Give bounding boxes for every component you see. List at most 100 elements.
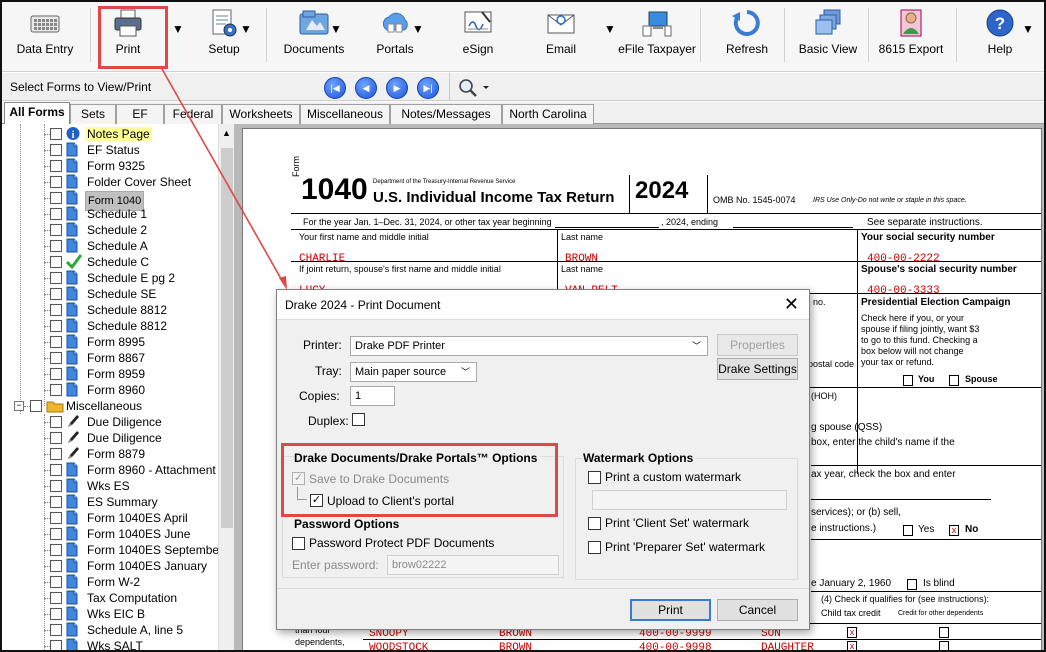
tree-scroll-thumb[interactable]: [221, 148, 233, 528]
tree-item-checkbox[interactable]: [50, 560, 62, 572]
tree-item-checkbox[interactable]: [30, 400, 42, 412]
tree-item-checkbox[interactable]: [50, 176, 62, 188]
tree-item-checkbox[interactable]: [50, 304, 62, 316]
copies-input[interactable]: 1: [350, 386, 395, 406]
tree-item[interactable]: Form 8995: [0, 334, 220, 350]
tree-folder[interactable]: − Miscellaneous: [0, 398, 220, 414]
tree-item[interactable]: Wks SALT: [0, 638, 220, 652]
tree-item-checkbox[interactable]: [50, 240, 62, 252]
tree-item-checkbox[interactable]: [50, 320, 62, 332]
tree-item-checkbox[interactable]: [50, 128, 62, 140]
tree-item-checkbox[interactable]: [50, 592, 62, 604]
tree-item[interactable]: Schedule E pg 2: [0, 270, 220, 286]
tree-item[interactable]: Schedule 8812: [0, 318, 220, 334]
toolbar-refresh-button[interactable]: Refresh: [722, 8, 772, 68]
tree-item-checkbox[interactable]: [50, 624, 62, 636]
tab-north-carolina[interactable]: North Carolina: [502, 104, 594, 124]
print-button[interactable]: Print: [630, 599, 711, 621]
tree-item-checkbox[interactable]: [50, 384, 62, 396]
tree-item[interactable]: Due Diligence: [0, 414, 220, 430]
tree-item-checkbox[interactable]: [50, 640, 62, 652]
tree-item-checkbox[interactable]: [50, 512, 62, 524]
tree-item-checkbox[interactable]: [50, 416, 62, 428]
toolbar-esign-button[interactable]: eSign: [456, 8, 500, 68]
tree-item[interactable]: i Notes Page: [0, 126, 220, 142]
previous-page-icon[interactable]: ◀: [355, 77, 377, 99]
tree-item-checkbox[interactable]: [50, 224, 62, 236]
tree-item[interactable]: Schedule A, line 5: [0, 622, 220, 638]
collapse-icon[interactable]: −: [14, 401, 24, 411]
tree-item-checkbox[interactable]: [50, 192, 62, 204]
tree-item[interactable]: Form 1040: [0, 190, 220, 211]
tree-item[interactable]: Schedule 8812: [0, 302, 220, 318]
tree-item[interactable]: Form 9325: [0, 158, 220, 174]
tree-item[interactable]: Due Diligence: [0, 430, 220, 446]
tree-item[interactable]: Form 8959: [0, 366, 220, 382]
toolbar-data-entry-button[interactable]: Data Entry: [14, 8, 76, 68]
tree-item[interactable]: Schedule 1: [0, 206, 220, 222]
properties-button[interactable]: Properties: [717, 334, 798, 356]
tree-item-checkbox[interactable]: [50, 256, 62, 268]
tree-item-checkbox[interactable]: [50, 480, 62, 492]
tree-item[interactable]: Tax Computation: [0, 590, 220, 606]
drake-settings-button[interactable]: Drake Settings: [717, 358, 798, 380]
tab-worksheets[interactable]: Worksheets: [222, 104, 300, 124]
tree-scrollbar[interactable]: ▲: [218, 124, 234, 652]
client-set-checkbox[interactable]: [588, 517, 601, 530]
tree-item[interactable]: Form W-2: [0, 574, 220, 590]
tree-item-checkbox[interactable]: [50, 496, 62, 508]
first-page-icon[interactable]: |◀: [324, 77, 346, 99]
tree-item[interactable]: Schedule 2: [0, 222, 220, 238]
toolbar-efile-taxpayer-button[interactable]: eFile Taxpayer: [618, 8, 696, 68]
tab-sets[interactable]: Sets: [70, 104, 116, 124]
tree-item-checkbox[interactable]: [50, 288, 62, 300]
tree-item-checkbox[interactable]: [50, 144, 62, 156]
close-icon[interactable]: ✕: [784, 294, 799, 315]
tab-federal[interactable]: Federal: [164, 104, 222, 124]
cancel-button[interactable]: Cancel: [717, 599, 798, 621]
tree-item[interactable]: Schedule C: [0, 254, 220, 270]
printer-select[interactable]: Drake PDF Printer ﹀: [350, 336, 708, 356]
tree-item-checkbox[interactable]: [50, 368, 62, 380]
tree-item[interactable]: Schedule SE: [0, 286, 220, 302]
tree-item-checkbox[interactable]: [50, 352, 62, 364]
tree-item[interactable]: Form 8879: [0, 446, 220, 462]
next-page-icon[interactable]: ▶: [386, 77, 408, 99]
tree-item-checkbox[interactable]: [50, 336, 62, 348]
tree-item[interactable]: Form 1040ES April: [0, 510, 220, 526]
tree-item-checkbox[interactable]: [50, 272, 62, 284]
tree-item-checkbox[interactable]: [50, 528, 62, 540]
tree-item[interactable]: EF Status: [0, 142, 220, 158]
tree-item[interactable]: ES Summary: [0, 494, 220, 510]
tree-item-checkbox[interactable]: [50, 432, 62, 444]
last-page-icon[interactable]: ▶|: [417, 77, 439, 99]
tree-item[interactable]: Wks EIC B: [0, 606, 220, 622]
password-input[interactable]: brow02222: [387, 555, 559, 575]
custom-watermark-checkbox[interactable]: [588, 471, 601, 484]
tree-item-checkbox[interactable]: [50, 464, 62, 476]
duplex-checkbox[interactable]: [352, 413, 365, 426]
custom-watermark-input[interactable]: [592, 490, 787, 510]
tree-item[interactable]: Form 1040ES September: [0, 542, 223, 558]
tree-item[interactable]: Form 1040ES June: [0, 526, 220, 542]
toolbar-8615-export-button[interactable]: 8615 Export: [878, 8, 944, 68]
tree-item-checkbox[interactable]: [50, 160, 62, 172]
toolbar-email-button[interactable]: Email: [540, 8, 582, 68]
toolbar-help-button[interactable]: ? Help: [978, 8, 1022, 68]
tree-item-checkbox[interactable]: [50, 448, 62, 460]
tab-all-forms[interactable]: All Forms: [4, 102, 70, 124]
tab-ef[interactable]: EF: [116, 104, 164, 124]
tree-item-checkbox[interactable]: [50, 544, 62, 556]
tree-item-checkbox[interactable]: [50, 208, 62, 220]
preparer-set-checkbox[interactable]: [588, 541, 601, 554]
zoom-icon[interactable]: [456, 77, 496, 99]
tree-item[interactable]: Schedule A: [0, 238, 220, 254]
tree-item[interactable]: Form 8960: [0, 382, 220, 398]
tab-miscellaneous[interactable]: Miscellaneous: [300, 104, 390, 124]
tree-item[interactable]: Form 8960 - Attachment: [0, 462, 220, 478]
password-protect-checkbox[interactable]: [292, 537, 305, 550]
tray-select[interactable]: Main paper source ﹀: [350, 362, 477, 382]
toolbar-basic-view-button[interactable]: Basic View: [796, 8, 860, 68]
tree-item-checkbox[interactable]: [50, 576, 62, 588]
tree-item[interactable]: Form 1040ES January: [0, 558, 220, 574]
